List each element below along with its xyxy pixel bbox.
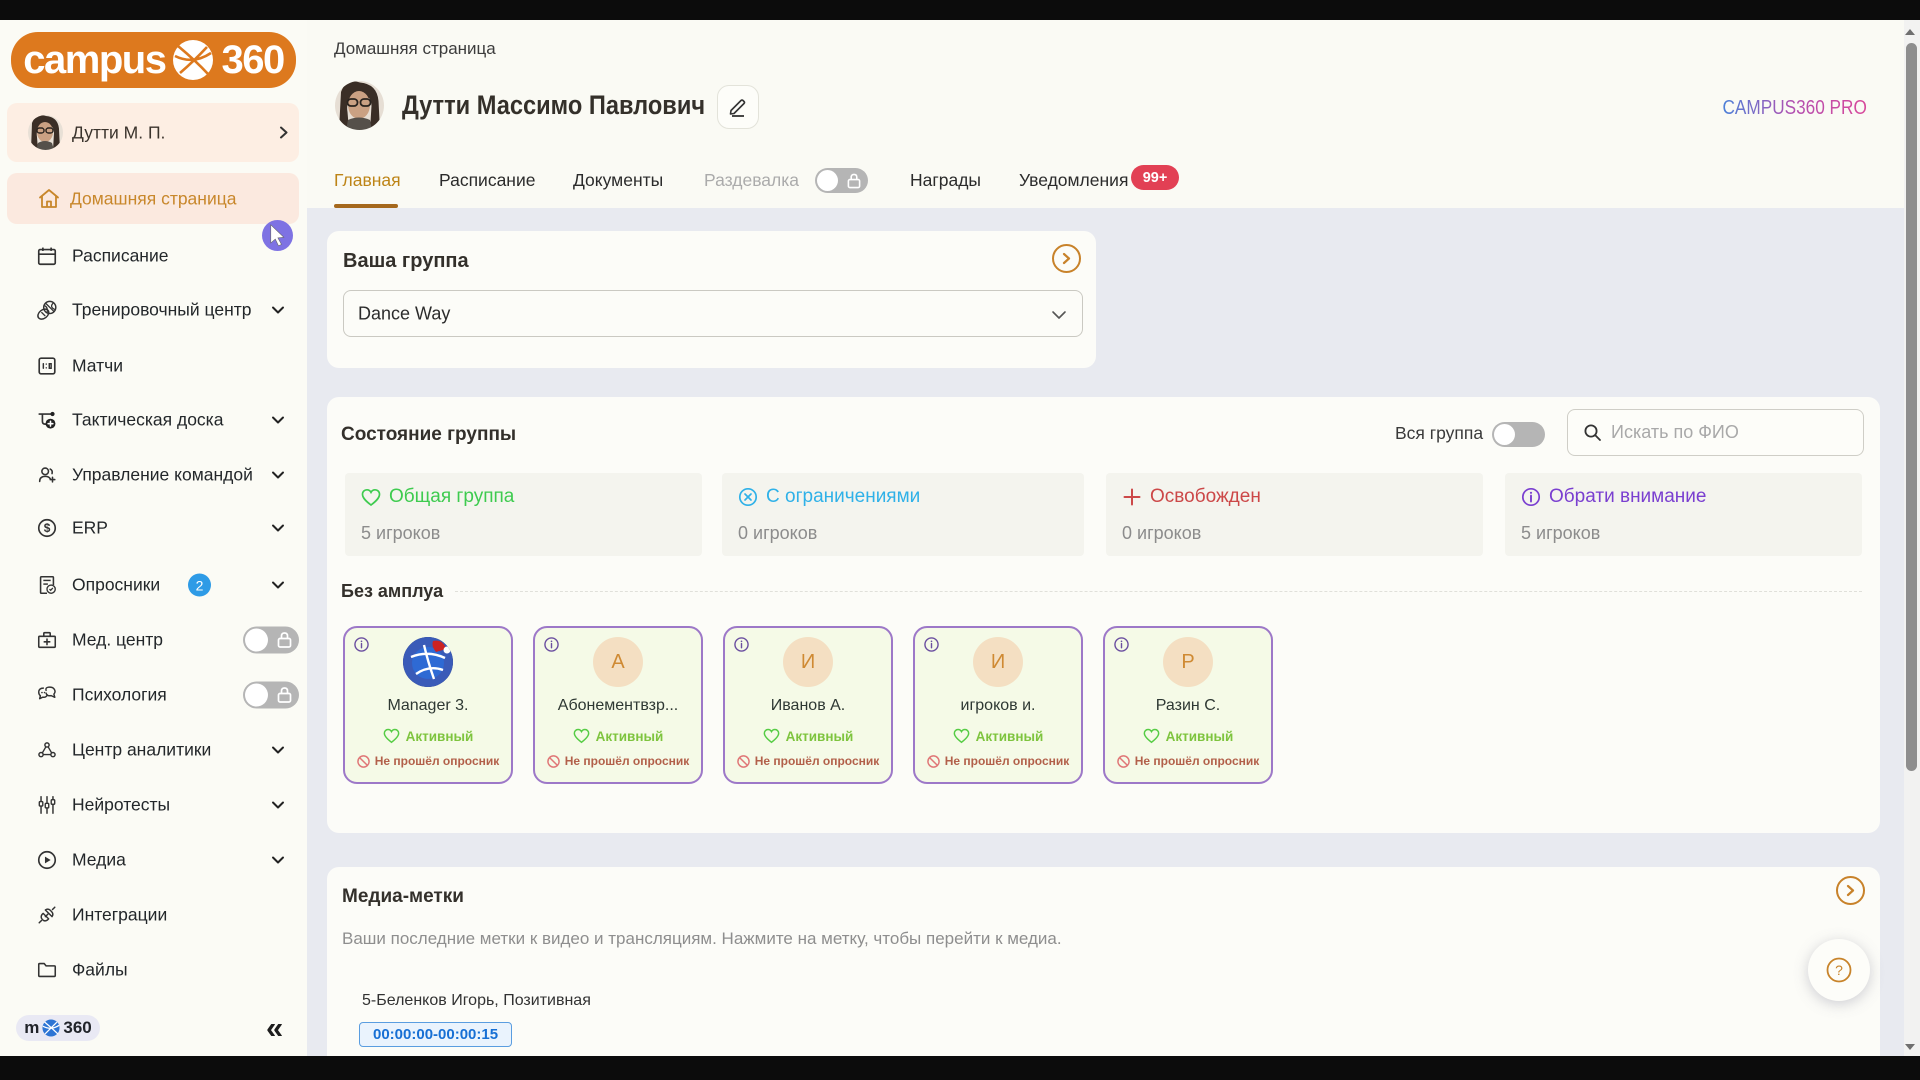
svg-text:$: $	[44, 521, 51, 535]
svg-text:?: ?	[1835, 962, 1843, 978]
